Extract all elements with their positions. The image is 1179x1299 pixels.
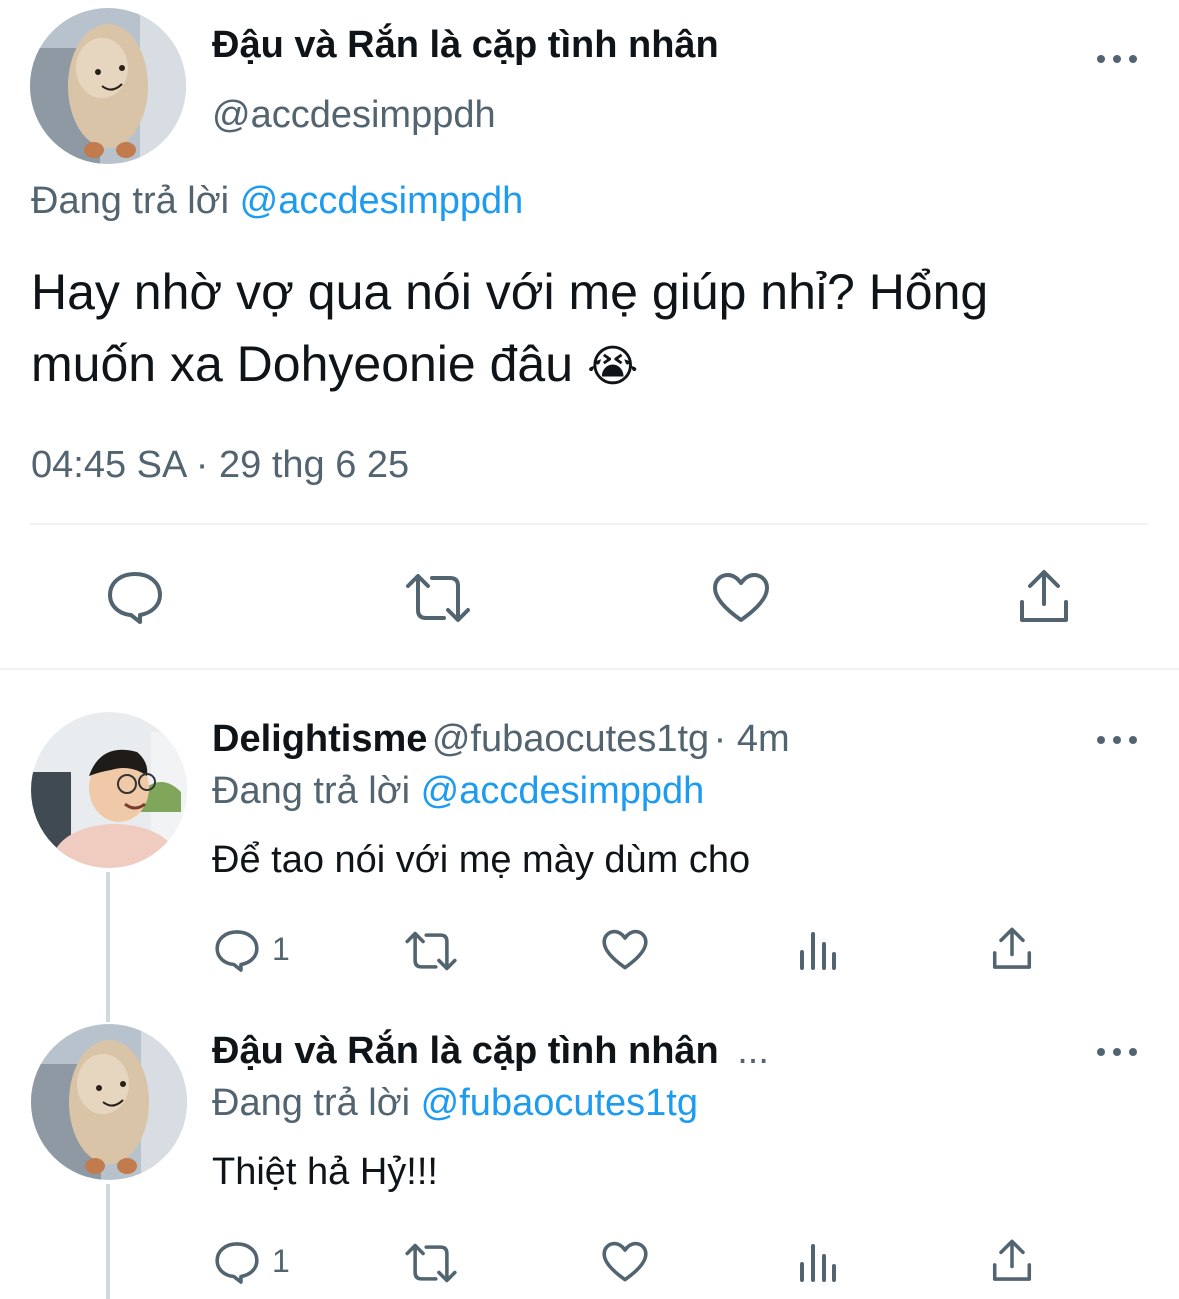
section-divider bbox=[0, 668, 1179, 670]
replying-to-line: Đang trả lời @accdesimppdh bbox=[31, 180, 523, 223]
reply2-replying-to-handle[interactable]: @fubaocutes1tg bbox=[421, 1082, 698, 1124]
reply1-author-name[interactable]: Delightisme bbox=[212, 718, 427, 760]
replying-to-handle[interactable]: @accdesimppdh bbox=[240, 180, 524, 222]
reply2-like-icon[interactable] bbox=[601, 1241, 649, 1283]
thread-connector-line bbox=[106, 872, 110, 1022]
main-author-handle[interactable]: @accdesimppdh bbox=[212, 94, 496, 137]
reply1-reply-icon[interactable] bbox=[214, 928, 260, 974]
main-author-avatar[interactable] bbox=[30, 8, 186, 164]
reply1-more-options-icon[interactable] bbox=[1097, 728, 1137, 752]
reply1-header: Delightisme @fubaocutes1tg · 4m bbox=[212, 718, 790, 761]
reply1-replying-to-line: Đang trả lời @accdesimppdh bbox=[212, 770, 704, 813]
reply1-time[interactable]: · 4m bbox=[714, 718, 790, 760]
reply2-text: Thiệt hả Hỷ!!! bbox=[212, 1151, 438, 1193]
timestamp-divider bbox=[30, 523, 1149, 525]
tweet-text: Hay nhờ vợ qua nói với mẹ giúp nhỉ? Hổng… bbox=[31, 256, 988, 403]
replying-prefix: Đang trả lời bbox=[31, 180, 230, 222]
reply1-like-icon[interactable] bbox=[601, 929, 649, 971]
reply2-replying-to-line: Đang trả lời @fubaocutes1tg bbox=[212, 1082, 698, 1125]
reply1-replying-prefix: Đang trả lời bbox=[212, 770, 411, 812]
main-author-name[interactable]: Đậu và Rắn là cặp tình nhân bbox=[212, 24, 719, 67]
reply1-reply-count: 1 bbox=[272, 931, 290, 967]
tweet-text-line-1: Hay nhờ vợ qua nói với mẹ giúp nhỉ? Hổng bbox=[31, 264, 989, 320]
reply1-replying-to-handle[interactable]: @accdesimppdh bbox=[421, 770, 705, 812]
reply2-replying-prefix: Đang trả lời bbox=[212, 1082, 411, 1124]
tweet-text-line-2-text: muốn xa Dohyeonie đâu bbox=[31, 336, 574, 392]
reply1-share-icon[interactable] bbox=[990, 926, 1034, 972]
reply1-views-icon[interactable] bbox=[798, 930, 838, 972]
reply2-header: Đậu và Rắn là cặp tình nhân ... bbox=[212, 1030, 769, 1073]
reply2-share-icon[interactable] bbox=[990, 1238, 1034, 1284]
reply2-reply-icon[interactable] bbox=[214, 1240, 260, 1286]
reply2-more-options-icon[interactable] bbox=[1097, 1040, 1137, 1064]
tweet-timestamp[interactable]: 04:45 SA · 29 thg 6 25 bbox=[31, 444, 409, 487]
reply2-retweet-icon[interactable] bbox=[404, 1242, 458, 1284]
reply2-author-avatar[interactable] bbox=[31, 1024, 187, 1180]
tweet-text-line-2: muốn xa Dohyeonie đâu 😭 bbox=[31, 328, 988, 403]
more-options-icon[interactable] bbox=[1097, 47, 1137, 71]
retweet-icon[interactable] bbox=[404, 572, 472, 624]
reply2-reply-count: 1 bbox=[272, 1243, 290, 1279]
reply1-text: Để tao nói với mẹ mày dùm cho bbox=[212, 839, 751, 881]
reply1-author-handle[interactable]: @fubaocutes1tg bbox=[432, 718, 709, 760]
crying-emoji: 😭 bbox=[586, 342, 639, 391]
like-icon[interactable] bbox=[711, 572, 771, 624]
reply-icon[interactable] bbox=[106, 570, 164, 626]
reply1-author-avatar[interactable] bbox=[31, 712, 187, 868]
reply1-retweet-icon[interactable] bbox=[404, 930, 458, 972]
reply2-handle-truncated: ... bbox=[737, 1030, 769, 1072]
share-icon[interactable] bbox=[1016, 568, 1072, 626]
reply2-views-icon[interactable] bbox=[798, 1242, 838, 1284]
reply2-author-name[interactable]: Đậu và Rắn là cặp tình nhân bbox=[212, 1030, 719, 1072]
thread-connector-line-2 bbox=[106, 1184, 110, 1299]
